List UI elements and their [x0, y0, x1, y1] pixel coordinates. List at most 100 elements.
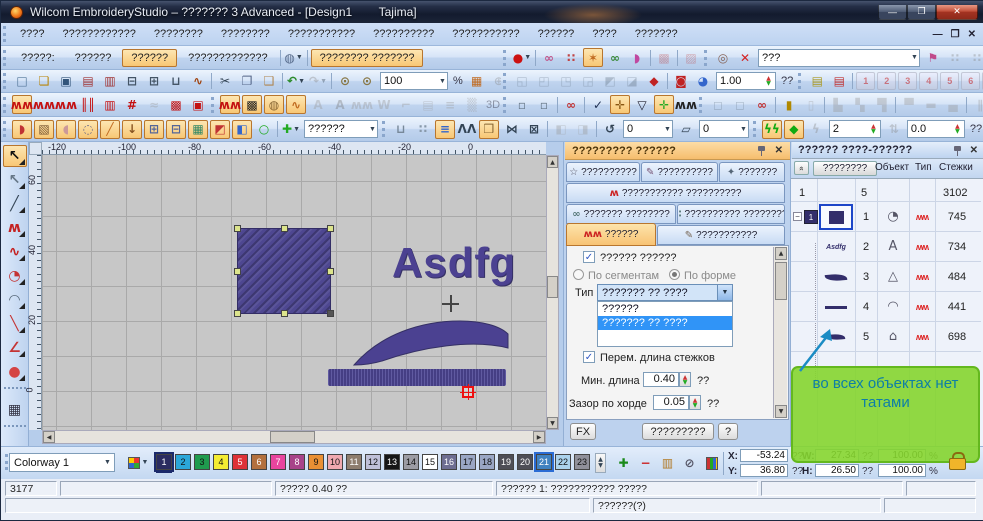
overlap-pie-icon[interactable]: ◕: [693, 72, 713, 91]
select-boxes2-icon[interactable]: ◻: [730, 95, 750, 114]
align-bottom-icon[interactable]: ▄: [943, 95, 963, 114]
zigzag-effect-icon[interactable]: ʍʍ: [220, 95, 240, 114]
link-pink-icon[interactable]: ∞: [539, 48, 559, 67]
export-design-icon[interactable]: ▤: [78, 72, 98, 91]
dropdown-arrow-icon[interactable]: ▼: [298, 78, 305, 85]
pushpin-icon[interactable]: [953, 146, 962, 156]
globe-icon[interactable]: ◍▼: [284, 48, 304, 67]
help-button[interactable]: ?: [718, 423, 738, 440]
dot-grid-icon[interactable]: ∷: [413, 120, 433, 139]
machine-icon[interactable]: ⊔: [166, 72, 186, 91]
color-swatch-14[interactable]: 14: [403, 454, 419, 470]
lettering-object[interactable]: Asdfg: [392, 239, 516, 287]
remove-color-button[interactable]: −: [635, 453, 656, 473]
align-middle-icon[interactable]: ▬: [921, 95, 941, 114]
polyline-tool[interactable]: ∠: [3, 337, 27, 359]
toolbar-grip[interactable]: [3, 121, 8, 137]
stemstitch-icon[interactable]: ʍʍ: [56, 95, 76, 114]
color-swatch-9[interactable]: 9: [308, 454, 324, 470]
bead-pink-icon[interactable]: ◗: [627, 48, 647, 67]
mdi-restore-button[interactable]: ❐: [951, 29, 960, 40]
run-stitch-icon[interactable]: ʍʍ: [12, 95, 32, 114]
weld-f-icon[interactable]: ◪: [622, 72, 642, 91]
color-swatch-20[interactable]: 20: [517, 454, 533, 470]
bar-object[interactable]: [328, 369, 506, 386]
toolbar-grip[interactable]: [503, 50, 508, 66]
chord-gap-spinner[interactable]: ▲▼: [689, 395, 701, 410]
color-swatch-8[interactable]: 8: [289, 454, 305, 470]
length-spin[interactable]: 0.0▲▼: [907, 120, 965, 138]
redo-icon[interactable]: ↷▼: [308, 72, 328, 91]
design-canvas[interactable]: Asdfg: [42, 155, 546, 430]
scroll-up-icon[interactable]: ▲: [547, 156, 558, 168]
lettering-outline-icon[interactable]: A: [308, 95, 328, 114]
stitch-marks-icon[interactable]: ʍʍ: [676, 95, 696, 114]
import-design-icon[interactable]: ▥: [100, 72, 120, 91]
object-row[interactable]: 4◠ʍʍ441: [791, 292, 981, 322]
offset-spin[interactable]: 1.00▲▼: [716, 72, 776, 90]
selection-handle[interactable]: [327, 310, 334, 317]
by-shape-radio[interactable]: [669, 269, 680, 280]
selection-handle[interactable]: [281, 225, 288, 232]
freehand-stitch-tool[interactable]: ʍ: [3, 217, 27, 239]
design-name-combo[interactable]: ???▼: [758, 49, 920, 67]
vscroll-thumb[interactable]: [547, 276, 558, 298]
skew-angle-input[interactable]: 0▼: [699, 120, 749, 138]
memory-slot-1[interactable]: 1: [856, 72, 875, 90]
combobox-dropdown-icon[interactable]: ▼: [717, 285, 732, 300]
toolbar-grip[interactable]: [3, 73, 8, 89]
wave-fill-icon[interactable]: ≈: [144, 95, 164, 114]
weld-c-icon[interactable]: ◳: [556, 72, 576, 91]
mirror-box-icon[interactable]: ⊠: [524, 120, 544, 139]
ring-green-icon[interactable]: ○: [254, 120, 274, 139]
dropdown-arrow-icon[interactable]: ▼: [293, 126, 300, 133]
hide-color-button[interactable]: ⊘: [679, 453, 700, 473]
color-swatch-10[interactable]: 10: [327, 454, 343, 470]
zoom-rect-icon[interactable]: ⊙: [357, 72, 377, 91]
save-icon[interactable]: ▣: [56, 72, 76, 91]
tatami-grid-icon[interactable]: #: [122, 95, 142, 114]
toolbar-text-button-2[interactable]: ??????: [66, 49, 121, 67]
dropdown-arrow-icon[interactable]: ▼: [524, 54, 531, 61]
tab-general[interactable]: ✦ ???????: [719, 162, 785, 182]
tab-connectors[interactable]: ∞ ??????? ????????: [566, 204, 676, 224]
color-swatch-4[interactable]: 4: [213, 454, 229, 470]
toolbar-text-button-1[interactable]: ?????:: [12, 49, 64, 67]
chart-shapes-icon[interactable]: ◧: [232, 120, 252, 139]
color-swatch-15[interactable]: 15: [422, 454, 438, 470]
toolbar-grip[interactable]: [699, 97, 704, 113]
tree-collapse-icon[interactable]: −: [793, 212, 802, 221]
dropdown-arrow-icon[interactable]: ▼: [911, 54, 918, 61]
object-list-icon[interactable]: ≡: [435, 120, 455, 139]
needle-drop-icon[interactable]: ↓: [122, 120, 142, 139]
mirror-merge-icon[interactable]: ⋈: [502, 120, 522, 139]
memory-slot-5[interactable]: 5: [940, 72, 959, 90]
dropdown-arrow-icon[interactable]: ▼: [740, 126, 747, 133]
paste-icon[interactable]: ❑: [259, 72, 279, 91]
menubar-grip[interactable]: [3, 26, 8, 42]
add-color-button[interactable]: ✚: [613, 453, 634, 473]
tab-outline[interactable]: ✎ ???????????: [657, 225, 785, 245]
scroll-left-icon[interactable]: ◀: [43, 431, 55, 443]
object-row[interactable]: Asdfg2Aʍʍ734: [791, 232, 981, 262]
h-input[interactable]: 26.50: [815, 464, 859, 477]
lock-icon[interactable]: ▮: [779, 95, 799, 114]
weld-b-icon[interactable]: ◰: [534, 72, 554, 91]
panel-close-icon[interactable]: ✕: [775, 145, 783, 156]
block-icon[interactable]: ▤: [418, 95, 438, 114]
quick-style-combo[interactable]: ??????▼: [304, 120, 378, 138]
weld-d-icon[interactable]: ◲: [578, 72, 598, 91]
menu-item[interactable]: ????????????: [53, 25, 144, 43]
color-swatch-21[interactable]: 21: [536, 454, 552, 470]
canvas-vertical-scrollbar[interactable]: ▲ ▼: [546, 155, 559, 430]
variable-length-checkbox[interactable]: ✓: [583, 351, 595, 363]
colorway-combobox[interactable]: Colorway 1 ▼: [9, 453, 115, 472]
backstitch-icon[interactable]: ʍʍ: [34, 95, 54, 114]
color-group-summary-row[interactable]: 1 5 3102: [791, 185, 981, 202]
align-center-icon[interactable]: ▚: [850, 95, 870, 114]
toolbar-grip[interactable]: [382, 121, 387, 137]
selection-handle[interactable]: [327, 268, 334, 275]
flag-icon[interactable]: ⚑: [923, 48, 943, 67]
proportional-lock-icon[interactable]: [949, 452, 965, 469]
tab-stitch-effects[interactable]: ʍ ??????????? ??????????: [566, 183, 785, 203]
